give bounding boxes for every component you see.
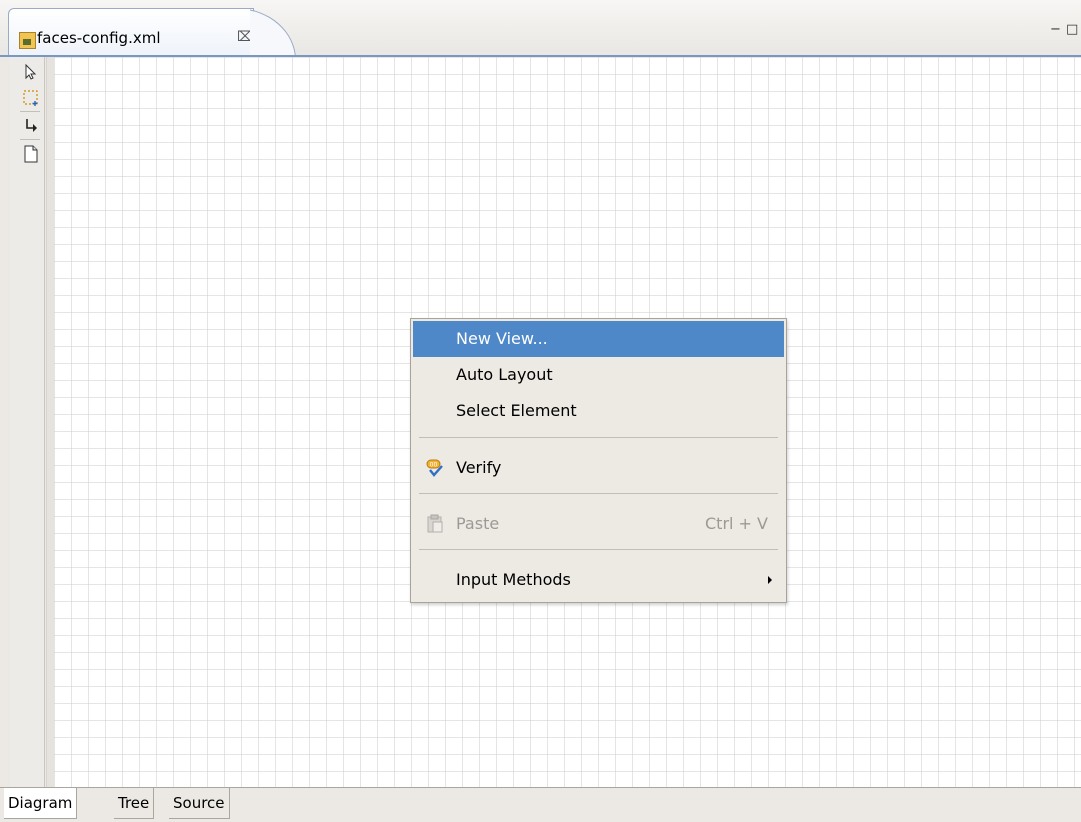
new-view-icon[interactable] <box>22 145 40 163</box>
menu-item-paste[interactable]: Paste Ctrl + V <box>413 506 784 542</box>
editor-tab-curve <box>250 8 296 56</box>
maximize-icon[interactable]: □ <box>1066 22 1078 37</box>
editor-tab-title: faces-config.xml <box>37 29 161 47</box>
paste-icon <box>425 514 445 534</box>
menu-item-label: Select Element <box>456 401 577 420</box>
connection-icon[interactable] <box>22 117 40 135</box>
palette <box>10 57 55 787</box>
palette-toolbar <box>10 57 45 787</box>
palette-separator <box>20 139 40 140</box>
menu-item-label: Paste <box>456 514 500 533</box>
editor-tab-faces-config[interactable]: faces-config.xml ⌧ <box>8 8 254 57</box>
menu-separator <box>419 493 778 494</box>
menu-separator <box>419 549 778 550</box>
context-menu: New View... Auto Layout Select Element 0… <box>410 318 787 603</box>
menu-item-shortcut: Ctrl + V <box>705 514 768 533</box>
editor-tab-bar: faces-config.xml ⌧ − □ <box>0 0 1081 57</box>
select-arrow-icon[interactable] <box>22 63 40 81</box>
menu-item-label: Input Methods <box>456 570 571 589</box>
menu-item-new-view[interactable]: New View... <box>413 321 784 357</box>
menu-item-label: Verify <box>456 458 502 477</box>
svg-text:00: 00 <box>430 462 438 469</box>
faces-config-file-icon <box>19 32 36 49</box>
menu-item-label: New View... <box>456 329 548 348</box>
tab-source[interactable]: Source <box>169 788 230 819</box>
menu-separator <box>419 437 778 438</box>
verify-icon: 00 <box>425 458 445 478</box>
tab-tree[interactable]: Tree <box>114 788 155 819</box>
editor-bottom-tabs: Diagram Tree Source <box>0 787 1081 822</box>
marquee-select-icon[interactable] <box>22 89 40 107</box>
palette-separator <box>20 111 40 112</box>
menu-item-label: Auto Layout <box>456 365 553 384</box>
submenu-arrow-icon <box>768 576 772 584</box>
menu-item-select-element[interactable]: Select Element <box>413 393 784 429</box>
menu-item-auto-layout[interactable]: Auto Layout <box>413 357 784 393</box>
menu-item-verify[interactable]: 00 Verify <box>413 450 784 486</box>
menu-item-input-methods[interactable]: Input Methods <box>413 562 784 598</box>
minimize-icon[interactable]: − <box>1050 22 1061 37</box>
tab-diagram[interactable]: Diagram <box>4 788 78 819</box>
